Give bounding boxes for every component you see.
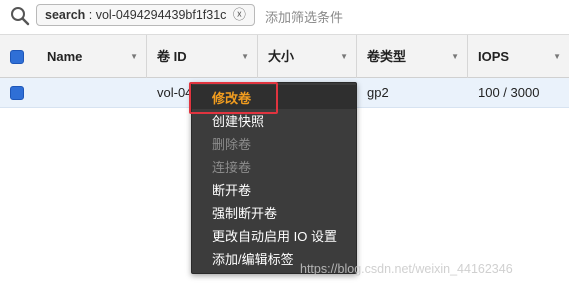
sort-caret-icon: ▼ xyxy=(553,52,561,61)
search-bar: search : vol-0494294439bf1f31c ⓧ 添加筛选条件 xyxy=(0,0,569,31)
column-label: 大小 xyxy=(268,49,295,64)
column-label: Name xyxy=(47,49,83,64)
sort-caret-icon: ▼ xyxy=(340,52,348,61)
cell-iops: 100 / 3000 xyxy=(478,85,540,100)
filter-chip-key: search xyxy=(45,8,86,22)
menu-item-create-snapshot[interactable]: 创建快照 xyxy=(212,113,264,131)
menu-item-delete-volume: 删除卷 xyxy=(212,137,252,152)
annotation-highlight-box xyxy=(189,82,278,114)
column-label: 卷 ID xyxy=(157,49,187,64)
filter-chip[interactable]: search : vol-0494294439bf1f31c ⓧ xyxy=(36,4,255,26)
column-label: IOPS xyxy=(478,49,510,64)
column-header-size[interactable]: 大小 ▼ xyxy=(258,35,357,78)
select-all-checkbox[interactable] xyxy=(10,50,24,64)
add-filter-input[interactable]: 添加筛选条件 xyxy=(265,7,343,26)
menu-item-detach-volume[interactable]: 断开卷 xyxy=(212,182,251,200)
menu-item-add-edit-tags[interactable]: 添加/编辑标签 xyxy=(212,251,294,269)
column-header-name[interactable]: Name ▼ xyxy=(37,35,147,78)
watermark: https://blog.csdn.net/weixin_44162346 xyxy=(300,262,513,276)
column-label: 卷类型 xyxy=(367,49,407,64)
sort-caret-icon: ▼ xyxy=(451,52,459,61)
column-header-volume-type[interactable]: 卷类型 ▼ xyxy=(357,35,468,78)
close-icon[interactable]: ⓧ xyxy=(233,5,246,25)
menu-item-force-detach-volume[interactable]: 强制断开卷 xyxy=(212,205,277,223)
column-header-volume-id[interactable]: 卷 ID ▼ xyxy=(147,35,258,78)
filter-chip-value: : vol-0494294439bf1f31c xyxy=(85,8,227,22)
search-icon[interactable] xyxy=(10,6,30,26)
sort-caret-icon: ▼ xyxy=(130,52,138,61)
cell-volume-id: vol-04 xyxy=(157,85,193,100)
table-header: Name ▼ 卷 ID ▼ 大小 ▼ 卷类型 ▼ IOPS ▼ xyxy=(0,34,569,78)
cell-volume-type: gp2 xyxy=(367,85,389,100)
column-header-iops[interactable]: IOPS ▼ xyxy=(468,35,569,78)
menu-item-change-auto-enable-io[interactable]: 更改自动启用 IO 设置 xyxy=(212,228,337,246)
sort-caret-icon: ▼ xyxy=(241,52,249,61)
row-checkbox[interactable] xyxy=(10,86,24,100)
menu-item-attach-volume: 连接卷 xyxy=(212,160,252,175)
